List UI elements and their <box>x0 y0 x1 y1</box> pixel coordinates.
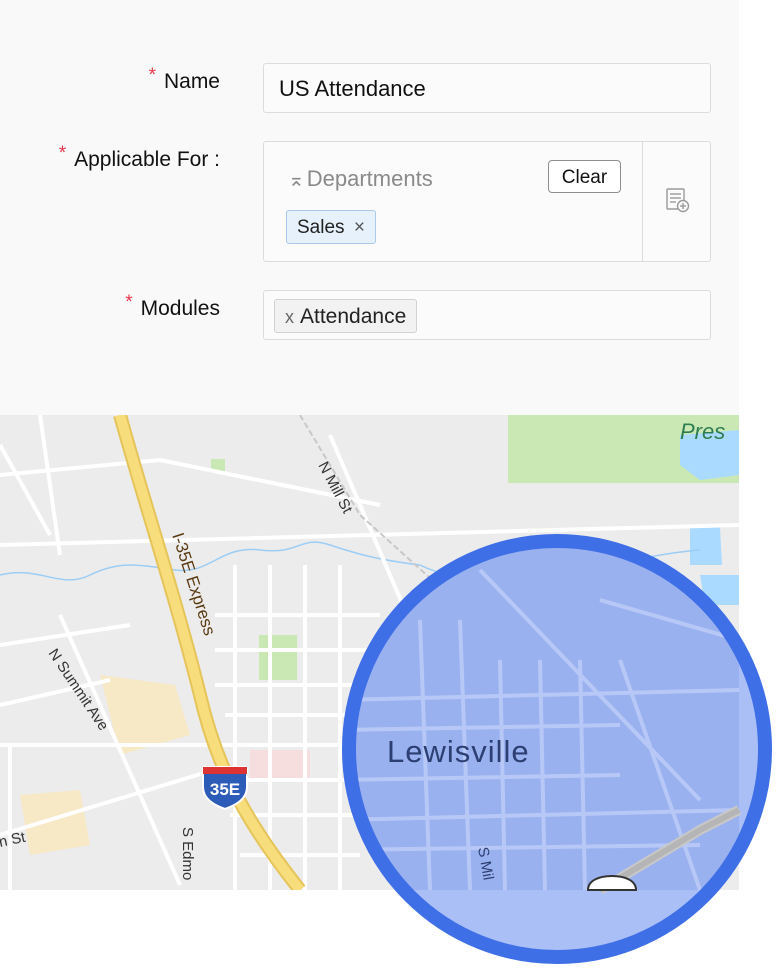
city-label: Lewisville <box>387 734 530 769</box>
location-highlight: Lewisville S Mil <box>342 534 772 964</box>
